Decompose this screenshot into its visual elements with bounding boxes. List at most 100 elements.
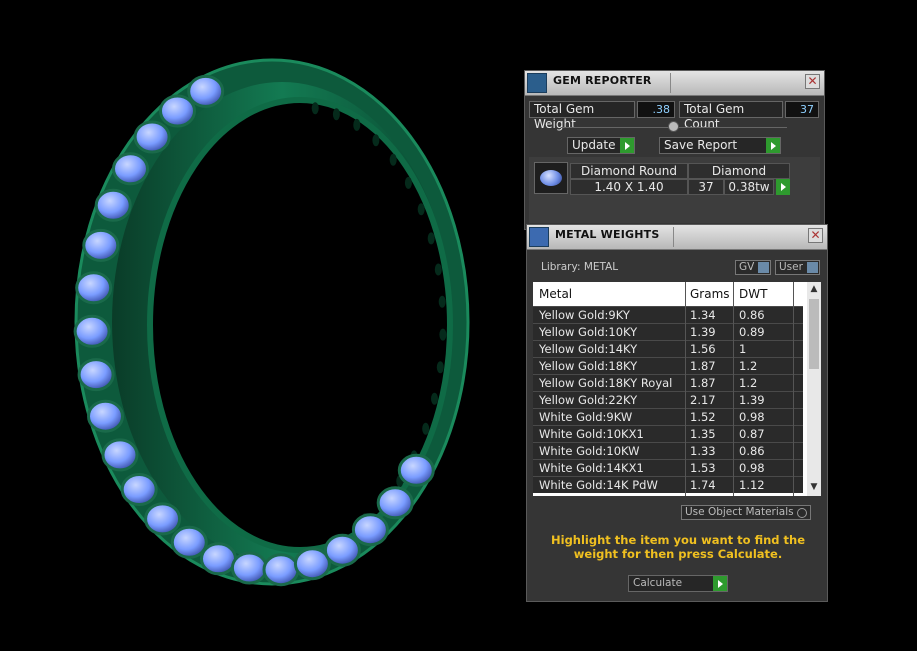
ring-gem (112, 152, 149, 186)
table-row[interactable]: Yellow Gold:18KY 1.87 1.2 (533, 357, 803, 374)
table-row[interactable]: White Gold:10KX1 1.35 0.87 (533, 425, 803, 442)
collapse-icon[interactable] (668, 121, 679, 132)
total-gem-count-value: 37 (785, 101, 819, 118)
gallery-hole (439, 328, 447, 341)
ring-gem (120, 473, 158, 506)
metal-weights-title: METAL WEIGHTS (555, 228, 660, 241)
ring-gem (82, 228, 120, 262)
metal-name-cell: Yellow Gold:9KY (539, 308, 630, 322)
gv-toggle[interactable]: GV (735, 260, 771, 275)
grams-cell: 2.17 (690, 393, 716, 407)
column-header-metal[interactable]: Metal (539, 287, 572, 301)
close-icon[interactable]: ✕ (808, 228, 823, 243)
gv-toggle-label: GV (739, 261, 755, 273)
metal-name-cell: Yellow Gold:14KY (539, 342, 638, 356)
ring-gem (200, 542, 237, 576)
ring-gem (133, 120, 171, 154)
gem-weight: 0.38tw (724, 179, 774, 195)
table-row[interactable]: Yellow Gold:9KY 1.34 0.86 (533, 306, 803, 323)
gallery-hole (422, 422, 430, 435)
dwt-cell: 1.2 (739, 359, 758, 373)
table-row[interactable]: Yellow Gold:22KY 2.17 1.39 (533, 391, 803, 408)
gem-size: 1.40 X 1.40 (570, 179, 688, 195)
gallery-hole (417, 203, 425, 216)
gem-list-area: Diamond Round Diamond 1.40 X 1.40 37 0.3… (529, 157, 820, 223)
gem-reporter-panel: GEM REPORTER ✕ Total Gem Weight .38 Tota… (524, 70, 825, 230)
gem-shape: Diamond Round (570, 163, 688, 179)
metal-name-cell: Yellow Gold:18KY (539, 359, 638, 373)
save-report-button-label: Save Report (664, 138, 738, 152)
dwt-cell: 1.2 (739, 376, 758, 390)
table-row[interactable]: White Gold:10KW 1.33 0.86 (533, 442, 803, 459)
metal-name-cell: White Gold:10KW (539, 444, 640, 458)
play-icon (713, 576, 727, 591)
table-row[interactable]: White Gold:9KW 1.52 0.98 (533, 408, 803, 425)
scroll-up-icon[interactable]: ▲ (809, 284, 819, 296)
save-report-button[interactable]: Save Report (659, 137, 781, 154)
round-gem-thumbnail-icon (534, 162, 568, 194)
metal-name-cell: Yellow Gold:10KY (539, 325, 638, 339)
ring-gem (262, 553, 300, 587)
gem-select-play-icon[interactable] (776, 179, 790, 195)
table-row[interactable]: Yellow Gold:18KY Royal 1.87 1.2 (533, 374, 803, 391)
metal-name-cell: Yellow Gold:18KY Royal (539, 376, 673, 390)
table-row[interactable]: White Gold:14KX1 1.53 0.98 (533, 459, 803, 476)
grams-cell: 1.87 (690, 359, 716, 373)
calculate-button[interactable]: Calculate (628, 575, 728, 592)
dwt-cell: 1.39 (739, 393, 765, 407)
user-toggle[interactable]: User (775, 260, 820, 275)
scroll-down-icon[interactable]: ▼ (809, 482, 819, 494)
toggle-knob-icon (758, 262, 769, 273)
use-object-materials-toggle[interactable]: Use Object Materials (681, 505, 811, 520)
ring-gem (230, 551, 268, 585)
gem-count: 37 (688, 179, 724, 195)
gallery-hole (436, 361, 444, 374)
metal-weights-table[interactable]: Metal Grams DWT Yellow Gold:9KY 1.34 0.86 Y… (533, 282, 821, 496)
grams-cell: 1.39 (690, 325, 716, 339)
gallery-hole (438, 295, 446, 308)
user-toggle-label: User (779, 261, 803, 273)
metal-name-cell: Yellow Gold:22KY (539, 393, 638, 407)
table-row[interactable]: Yellow Gold:14KY 1.56 1 (533, 340, 803, 357)
gallery-hole (427, 232, 435, 245)
dwt-cell: 1.12 (739, 478, 765, 492)
ring-gem (101, 438, 139, 472)
column-header-dwt[interactable]: DWT (739, 287, 767, 301)
ring-gem (94, 188, 132, 222)
metal-name-cell: White Gold:14KX1 (539, 461, 644, 475)
update-button[interactable]: Update (567, 137, 635, 154)
column-divider (793, 282, 794, 496)
dwt-cell: 0.89 (739, 325, 765, 339)
grams-cell: 1.34 (690, 308, 716, 322)
table-row[interactable]: Yellow Gold:10KY 1.39 0.89 (533, 323, 803, 340)
radio-icon (797, 508, 807, 518)
table-scrollbar[interactable]: ▲ ▼ (807, 282, 821, 496)
column-header-grams[interactable]: Grams (690, 287, 730, 301)
gem-reporter-title: GEM REPORTER (553, 74, 652, 87)
dwt-cell: 1 (739, 342, 747, 356)
table-header: Metal Grams DWT (533, 282, 803, 306)
table-row[interactable]: White Gold:14K PdW 1.74 1.12 (533, 476, 803, 493)
metal-name-cell: White Gold:10KX1 (539, 427, 644, 441)
ring-gem (351, 513, 389, 547)
gallery-hole (372, 134, 380, 147)
column-divider (733, 282, 734, 496)
close-icon[interactable]: ✕ (805, 74, 820, 89)
grams-cell: 1.35 (690, 427, 716, 441)
total-gem-weight-value: .38 (637, 101, 675, 118)
scroll-thumb[interactable] (809, 299, 819, 369)
metal-name-cell: White Gold:9KW (539, 410, 633, 424)
gallery-hole (389, 153, 397, 166)
ring-gem (144, 502, 182, 536)
metal-weights-titlebar[interactable]: METAL WEIGHTS ✕ (527, 225, 827, 250)
gem-reporter-titlebar[interactable]: GEM REPORTER ✕ (525, 71, 824, 96)
total-gem-count-label: Total Gem Count (679, 101, 783, 131)
grams-cell: 1.74 (690, 478, 716, 492)
hint-text: Highlight the item you want to find the … (551, 533, 805, 561)
total-gem-weight-label: Total Gem Weight (529, 101, 635, 131)
use-object-materials-label: Use Object Materials (685, 506, 794, 518)
play-icon (620, 138, 634, 153)
calculate-button-label: Calculate (633, 577, 683, 589)
gem-row[interactable]: Diamond Round Diamond 1.40 X 1.40 37 0.3… (534, 162, 796, 196)
grams-cell: 1.33 (690, 444, 716, 458)
